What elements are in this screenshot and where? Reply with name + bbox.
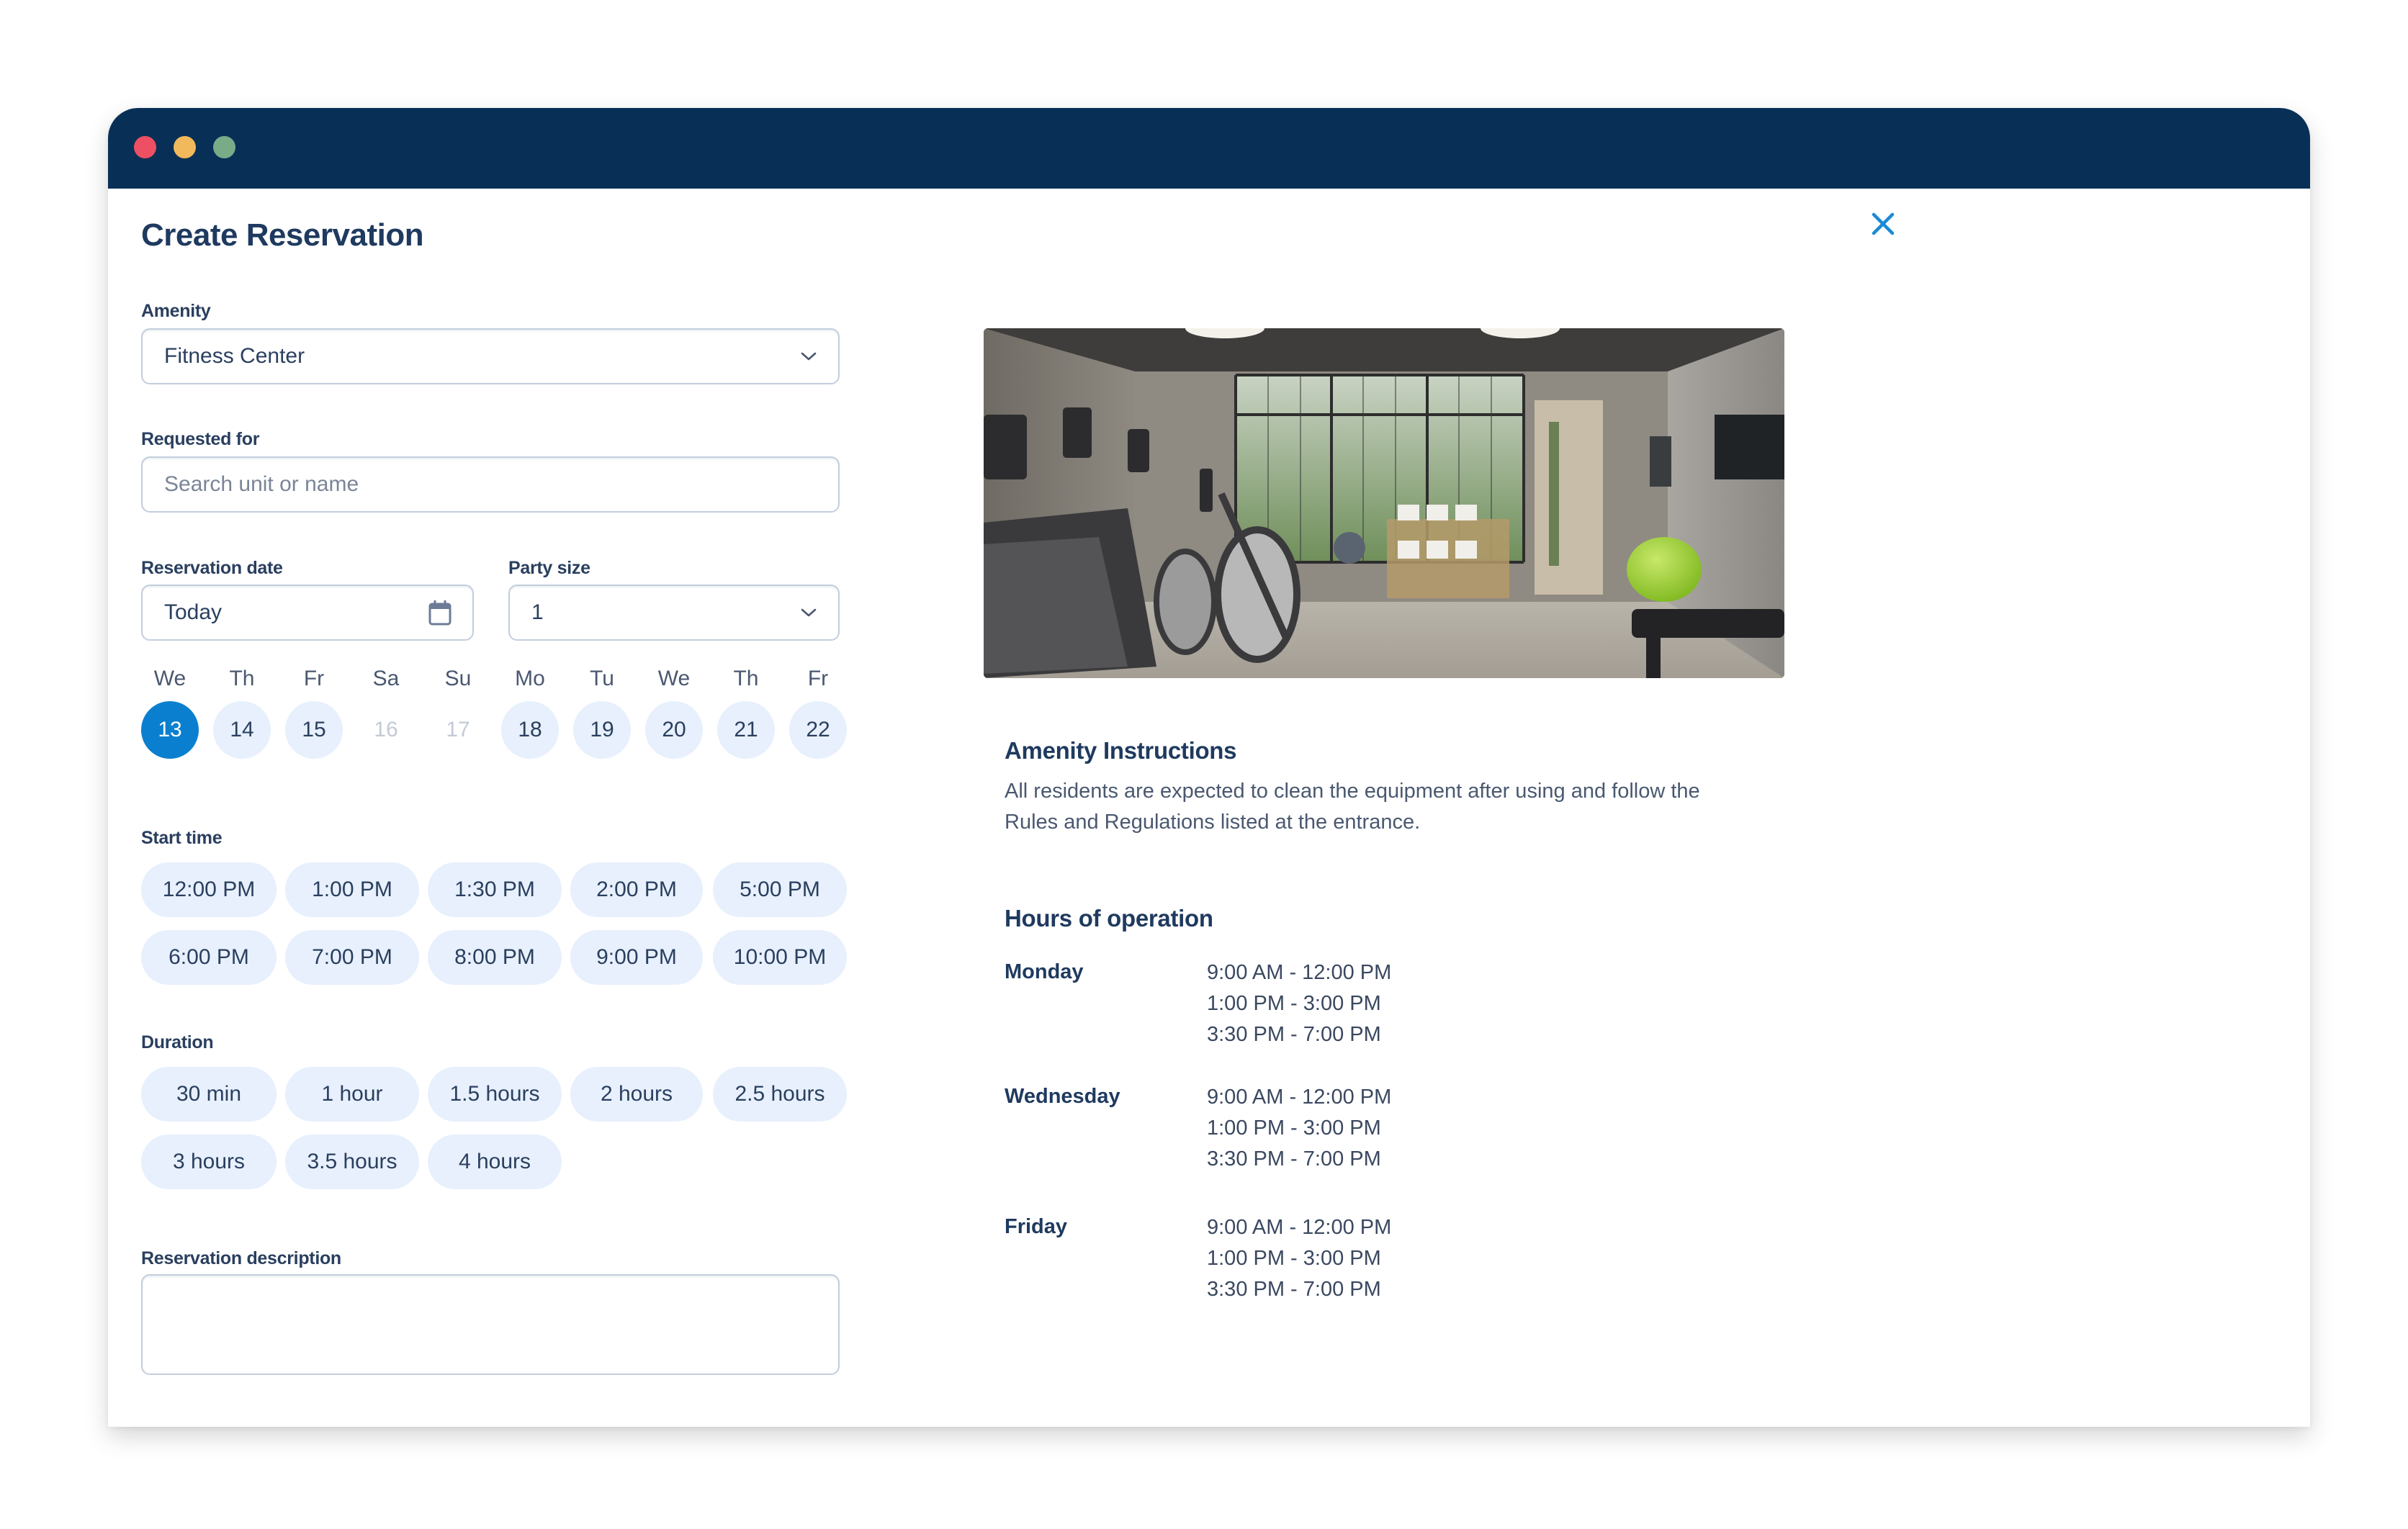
titlebar — [108, 108, 2310, 189]
amenity-label: Amenity — [141, 301, 211, 321]
hours-time-ranges: 9:00 AM - 12:00 PM 1:00 PM - 3:00 PM 3:30 … — [1207, 1212, 1391, 1305]
party-size-value: 1 — [531, 600, 544, 624]
date-option-18[interactable]: 18 — [501, 701, 559, 759]
start-time-option[interactable]: 6:00 PM — [141, 930, 277, 985]
instructions-line-1: All residents are expected to clean the … — [1005, 780, 1700, 803]
date-option-13[interactable]: 13 — [141, 701, 199, 759]
requested-for-input[interactable]: Search unit or name — [141, 456, 840, 513]
weekday-label: Th — [733, 667, 759, 690]
instructions-line-2: Rules and Regulations listed at the entr… — [1005, 811, 1421, 834]
window-minimize-button[interactable] — [174, 136, 196, 158]
weekday-label: We — [153, 667, 187, 690]
calendar-icon[interactable] — [428, 599, 452, 626]
time-range: 3:30 PM - 7:00 PM — [1207, 1023, 1381, 1046]
window-maximize-button[interactable] — [213, 136, 235, 158]
amenity-photo — [984, 328, 1784, 678]
weekday-label: Mo — [515, 667, 545, 690]
requested-for-label: Requested for — [141, 429, 260, 449]
time-range: 1:00 PM - 3:00 PM — [1207, 992, 1381, 1015]
duration-option[interactable]: 3.5 hours — [285, 1135, 419, 1189]
time-range: 9:00 AM - 12:00 PM — [1207, 1086, 1392, 1109]
start-time-option[interactable]: 9:00 PM — [570, 930, 703, 985]
hours-of-operation-heading: Hours of operation — [1005, 905, 1213, 932]
weekday-label: Fr — [807, 667, 829, 690]
date-option-15[interactable]: 15 — [285, 701, 343, 759]
duration-option[interactable]: 30 min — [141, 1067, 277, 1122]
app-window: Create Reservation Amenity Fitness Cente… — [108, 108, 2310, 1427]
date-option-14[interactable]: 14 — [213, 701, 271, 759]
amenity-instructions-text: All residents are expected to clean the … — [1005, 776, 1700, 838]
weekday-label: Th — [229, 667, 255, 690]
reservation-description-textarea[interactable] — [141, 1274, 840, 1375]
date-option-21[interactable]: 21 — [717, 701, 775, 759]
date-option-16: 16 — [374, 718, 398, 741]
start-time-label: Start time — [141, 828, 223, 848]
weekday-label: Fr — [303, 667, 325, 690]
amenity-instructions-heading: Amenity Instructions — [1005, 737, 1237, 764]
duration-option[interactable]: 2 hours — [570, 1067, 703, 1122]
start-time-option[interactable]: 5:00 PM — [713, 862, 847, 917]
date-option-22[interactable]: 22 — [789, 701, 847, 759]
weekday-label: Sa — [372, 667, 400, 690]
reservation-date-value: Today — [164, 600, 223, 624]
party-size-select[interactable]: 1 — [508, 585, 840, 641]
start-time-option[interactable]: 2:00 PM — [570, 862, 703, 917]
reservation-date-label: Reservation date — [141, 558, 283, 578]
duration-option[interactable]: 1.5 hours — [428, 1067, 562, 1122]
amenity-select-value: Fitness Center — [164, 344, 305, 368]
duration-option[interactable]: 1 hour — [285, 1067, 419, 1122]
start-time-option[interactable]: 12:00 PM — [141, 862, 277, 917]
time-range: 3:30 PM - 7:00 PM — [1207, 1278, 1381, 1301]
reservation-description-label: Reservation description — [141, 1248, 341, 1268]
weekday-label: We — [657, 667, 691, 690]
chevron-down-icon — [801, 352, 817, 361]
close-icon — [1872, 212, 1895, 235]
start-time-option[interactable]: 1:00 PM — [285, 862, 419, 917]
hours-day-name: Friday — [1005, 1215, 1068, 1238]
time-range: 1:00 PM - 3:00 PM — [1207, 1117, 1381, 1140]
reservation-date-input[interactable]: Today — [141, 585, 474, 641]
weekday-label: Tu — [590, 667, 614, 690]
page-title: Create Reservation — [141, 217, 424, 253]
fitness-center-image — [984, 328, 1784, 678]
duration-label: Duration — [141, 1032, 214, 1052]
start-time-option[interactable]: 1:30 PM — [428, 862, 562, 917]
time-range: 9:00 AM - 12:00 PM — [1207, 961, 1392, 984]
duration-option[interactable]: 3 hours — [141, 1135, 277, 1189]
date-option-17: 17 — [446, 718, 470, 741]
date-option-20[interactable]: 20 — [645, 701, 703, 759]
start-time-option[interactable]: 7:00 PM — [285, 930, 419, 985]
duration-option[interactable]: 2.5 hours — [713, 1067, 847, 1122]
hours-day-name: Monday — [1005, 960, 1084, 983]
close-button[interactable] — [1865, 206, 1901, 242]
time-range: 9:00 AM - 12:00 PM — [1207, 1216, 1392, 1239]
duration-option[interactable]: 4 hours — [428, 1135, 562, 1189]
hours-time-ranges: 9:00 AM - 12:00 PM 1:00 PM - 3:00 PM 3:30 … — [1207, 1082, 1391, 1175]
hours-day-name: Wednesday — [1005, 1085, 1120, 1108]
time-range: 3:30 PM - 7:00 PM — [1207, 1147, 1381, 1171]
start-time-option[interactable]: 8:00 PM — [428, 930, 562, 985]
start-time-option[interactable]: 10:00 PM — [713, 930, 847, 985]
hours-time-ranges: 9:00 AM - 12:00 PM 1:00 PM - 3:00 PM 3:30 … — [1207, 957, 1391, 1050]
date-option-19[interactable]: 19 — [573, 701, 631, 759]
amenity-select[interactable]: Fitness Center — [141, 328, 840, 384]
weekday-label: Su — [444, 667, 472, 690]
party-size-label: Party size — [508, 558, 590, 578]
requested-for-placeholder: Search unit or name — [164, 472, 359, 496]
chevron-down-icon — [801, 608, 817, 617]
window-close-button[interactable] — [134, 136, 156, 158]
time-range: 1:00 PM - 3:00 PM — [1207, 1247, 1381, 1270]
